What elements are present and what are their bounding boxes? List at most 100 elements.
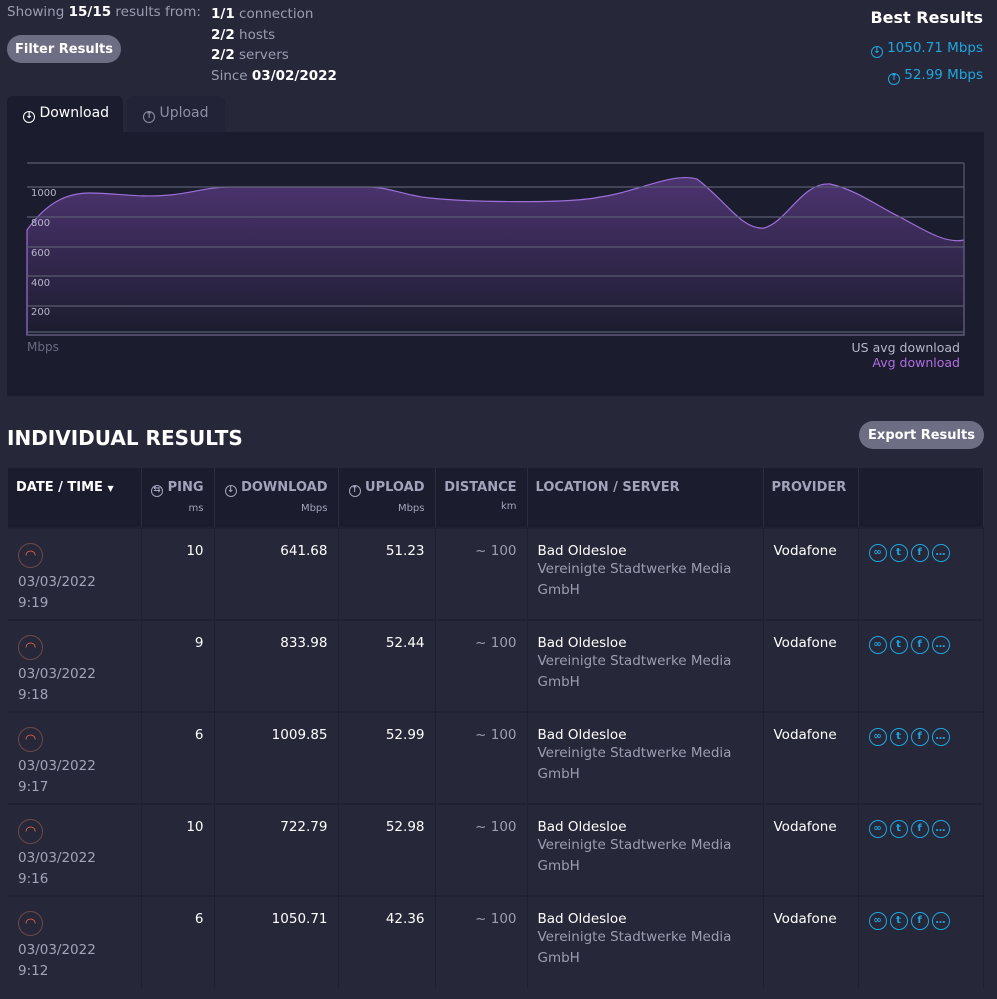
column-unit: ms (188, 503, 204, 514)
result-time: 9:16 (18, 871, 49, 887)
column-distance[interactable]: DISTANCE km (435, 468, 528, 528)
result-distance: ~ 100 (435, 895, 528, 988)
download-chart: 1000 800 600 400 200 Mbps US avg downloa… (7, 132, 984, 396)
link-icon[interactable]: ∞ (868, 635, 887, 654)
result-upload: 52.99 (338, 711, 436, 804)
table-row[interactable]: ◠ 03/03/2022 9:16 10 722.79 52.98 ~ 100 Ba… (8, 803, 984, 896)
link-icon[interactable]: ∞ (868, 911, 887, 930)
more-icon[interactable]: … (931, 911, 950, 930)
result-download: 1050.71 (214, 895, 339, 988)
twitter-icon[interactable]: t (889, 727, 908, 746)
upload-icon: ↑ (887, 73, 900, 85)
table-row[interactable]: ◠ 03/03/2022 9:18 9 833.98 52.44 ~ 100 Bad… (8, 619, 984, 712)
column-provider[interactable]: PROVIDER (763, 468, 859, 528)
best-upload: 52.99 Mbps (904, 67, 983, 83)
column-location[interactable]: LOCATION / SERVER (527, 468, 764, 528)
link-icon[interactable]: ∞ (868, 727, 887, 746)
result-ping: 6 (141, 711, 215, 804)
result-download: 641.68 (214, 527, 339, 620)
showing-count: 15/15 (68, 4, 112, 20)
since-label: Since (211, 67, 248, 84)
column-ping[interactable]: ⇆ PING ms (141, 468, 215, 528)
ping-icon: ⇆ (151, 485, 164, 497)
facebook-icon[interactable]: f (910, 911, 929, 930)
hosts-label: hosts (239, 26, 276, 43)
result-location: Bad Oldesloe (537, 819, 627, 835)
result-ping: 10 (141, 803, 215, 896)
more-icon[interactable]: … (931, 635, 950, 654)
facebook-icon[interactable]: f (910, 819, 929, 838)
column-label: UPLOAD (365, 480, 425, 495)
showing-summary: Showing 15/15 results from: (7, 4, 201, 20)
result-distance: ~ 100 (435, 527, 528, 620)
result-download: 833.98 (214, 619, 339, 712)
tab-upload[interactable]: ↑ Upload (127, 96, 225, 133)
table-row[interactable]: ◠ 03/03/2022 9:12 6 1050.71 42.36 ~ 100 Ba… (8, 895, 984, 988)
showing-prefix: Showing (7, 4, 65, 20)
result-provider: Vodafone (763, 803, 859, 896)
twitter-icon[interactable]: t (889, 543, 908, 562)
result-distance: ~ 100 (435, 619, 528, 712)
hosts-count: 2/2 (211, 26, 235, 43)
servers-label: servers (239, 47, 289, 63)
link-icon[interactable]: ∞ (868, 543, 887, 562)
column-label: PROVIDER (771, 480, 847, 495)
y-tick: 200 (31, 307, 51, 318)
column-unit: Mbps (300, 503, 328, 514)
result-provider: Vodafone (763, 619, 859, 712)
column-label: DATE / TIME (16, 480, 103, 495)
column-upload[interactable]: ↑ UPLOAD Mbps (338, 468, 436, 528)
column-unit: km (500, 501, 517, 512)
more-icon[interactable]: … (931, 543, 950, 562)
chart-svg (26, 162, 965, 336)
table-row[interactable]: ◠ 03/03/2022 9:19 10 641.68 51.23 ~ 100 Ba… (8, 527, 984, 620)
result-provider: Vodafone (763, 711, 859, 804)
result-download: 722.79 (214, 803, 339, 896)
more-icon[interactable]: … (931, 819, 950, 838)
column-download[interactable]: ↓ DOWNLOAD Mbps (214, 468, 339, 528)
wifi-icon: ◠ (18, 911, 43, 936)
legend-avg: Avg download (872, 355, 960, 370)
table-row[interactable]: ◠ 03/03/2022 9:17 6 1009.85 52.99 ~ 100 Ba… (8, 711, 984, 804)
column-label: DISTANCE (444, 480, 517, 495)
result-server: Vereinigte Stadtwerke Media GmbH (537, 929, 732, 966)
result-server: Vereinigte Stadtwerke Media GmbH (537, 837, 732, 874)
result-server: Vereinigte Stadtwerke Media GmbH (537, 745, 732, 782)
column-label: LOCATION / SERVER (535, 480, 680, 495)
more-icon[interactable]: … (931, 727, 950, 746)
upload-icon: ↑ (348, 485, 361, 497)
column-actions (858, 468, 984, 528)
result-distance: ~ 100 (435, 803, 528, 896)
facebook-icon[interactable]: f (910, 727, 929, 746)
column-label: PING (167, 480, 204, 495)
result-location: Bad Oldesloe (537, 543, 627, 559)
since-date: 03/02/2022 (251, 67, 337, 84)
wifi-icon: ◠ (18, 727, 43, 752)
twitter-icon[interactable]: t (889, 819, 908, 838)
twitter-icon[interactable]: t (889, 635, 908, 654)
results-table: DATE / TIME ▼ ⇆ PING ms ↓ DOWNLOAD Mbps ↑ … (8, 468, 984, 988)
sort-desc-icon: ▼ (107, 484, 114, 493)
result-time: 9:18 (18, 687, 49, 703)
filter-results-button[interactable]: Filter Results (7, 35, 121, 63)
y-tick: 400 (31, 278, 51, 289)
section-title: INDIVIDUAL RESULTS (7, 426, 243, 450)
result-upload: 52.44 (338, 619, 436, 712)
upload-icon: ↑ (143, 111, 155, 123)
export-results-button[interactable]: Export Results (859, 421, 984, 449)
tab-download[interactable]: ↓ Download (7, 96, 123, 133)
facebook-icon[interactable]: f (910, 635, 929, 654)
y-tick: 800 (31, 218, 51, 229)
link-icon[interactable]: ∞ (868, 819, 887, 838)
facebook-icon[interactable]: f (910, 543, 929, 562)
avg-download-area (26, 177, 965, 336)
best-results: Best Results ↓ 1050.71 Mbps ↑ 52.99 Mbps (870, 8, 983, 89)
result-time: 9:19 (18, 595, 49, 611)
y-tick: 1000 (31, 188, 57, 199)
result-server: Vereinigte Stadtwerke Media GmbH (537, 561, 732, 598)
column-date-time[interactable]: DATE / TIME ▼ (8, 468, 142, 528)
column-label: DOWNLOAD (241, 480, 328, 495)
best-download: 1050.71 Mbps (887, 40, 983, 56)
column-unit: Mbps (397, 503, 425, 514)
twitter-icon[interactable]: t (889, 911, 908, 930)
